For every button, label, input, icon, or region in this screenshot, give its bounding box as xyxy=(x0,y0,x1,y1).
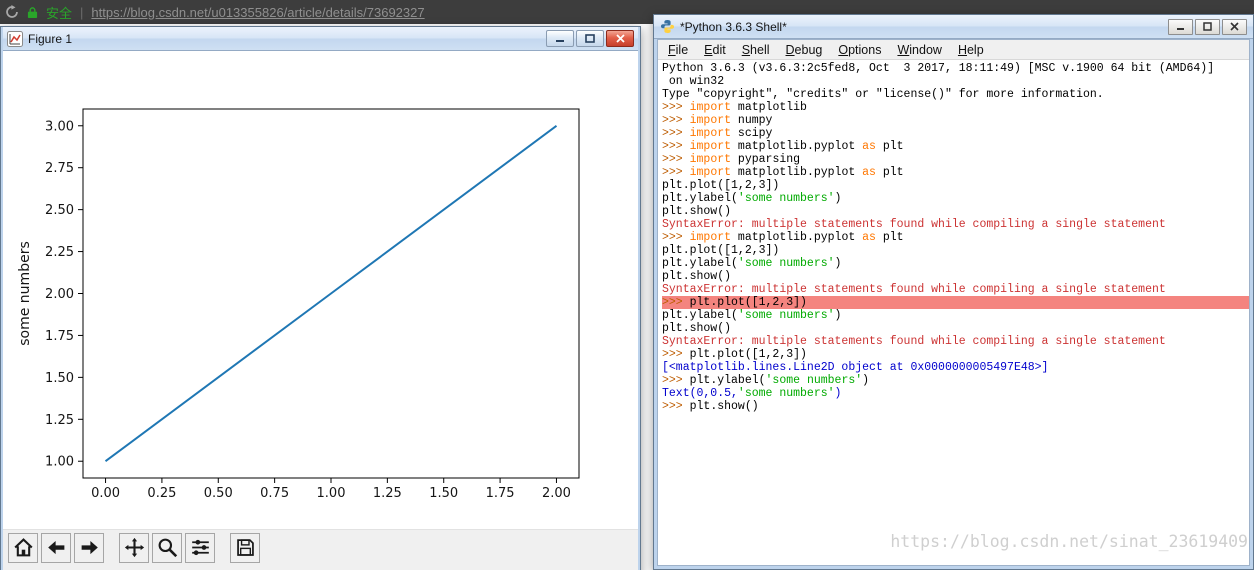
figure-window-title: Figure 1 xyxy=(28,31,73,46)
console-line: plt.show() xyxy=(662,322,732,335)
svg-text:1.00: 1.00 xyxy=(317,486,346,501)
console-line: SyntaxError: multiple statements found w… xyxy=(662,335,1166,348)
toolbar-forward-button[interactable] xyxy=(74,532,104,563)
toolbar-home-button[interactable] xyxy=(8,532,38,563)
svg-text:1.25: 1.25 xyxy=(373,486,402,501)
figure-canvas: 0.00 0.25 0.50 0.75 1.00 1.25 1.50 1.75 2.00 1.00… xyxy=(3,51,638,529)
console-line: plt.plot([1,2,3]) xyxy=(662,244,780,257)
console-line: Type "copyright", "credits" or "license(… xyxy=(662,88,1104,101)
toolbar-zoom-button[interactable] xyxy=(152,532,182,563)
zoom-icon xyxy=(158,538,177,558)
menu-options[interactable]: Options xyxy=(830,42,889,58)
console-line: >>> import numpy xyxy=(662,114,773,127)
url-text[interactable]: https://blog.csdn.net/u013355826/article… xyxy=(91,5,424,20)
shell-window-title: *Python 3.6.3 Shell* xyxy=(680,19,787,34)
home-icon xyxy=(13,538,33,557)
back-icon xyxy=(47,540,64,555)
svg-text:1.75: 1.75 xyxy=(45,329,74,344)
svg-text:some numbers: some numbers xyxy=(17,241,33,346)
console-line: >>> import matplotlib.pyplot as plt xyxy=(662,166,904,179)
shell-window: *Python 3.6.3 Shell* File Edit Shell Debug O… xyxy=(653,14,1254,570)
svg-text:0.75: 0.75 xyxy=(260,486,289,501)
svg-text:1.75: 1.75 xyxy=(486,486,515,501)
figure-minimize-button[interactable] xyxy=(546,30,574,47)
svg-text:1.50: 1.50 xyxy=(45,371,74,386)
python-icon xyxy=(660,19,675,34)
console-line: on win32 xyxy=(662,75,725,88)
svg-text:1.25: 1.25 xyxy=(45,413,74,428)
lock-icon xyxy=(27,6,38,19)
console-line: >>> import scipy xyxy=(662,127,773,140)
console-line-highlighted: >>> plt.plot([1,2,3]) xyxy=(662,296,1249,309)
shell-minimize-button[interactable] xyxy=(1168,18,1193,35)
shell-console[interactable]: Python 3.6.3 (v3.6.3:2c5fed8, Oct 3 2017… xyxy=(658,60,1249,565)
line-chart: 0.00 0.25 0.50 0.75 1.00 1.25 1.50 1.75 2.00 1.00… xyxy=(3,51,638,534)
svg-text:1.50: 1.50 xyxy=(429,486,458,501)
console-line: Python 3.6.3 (v3.6.3:2c5fed8, Oct 3 2017… xyxy=(662,62,1215,75)
shell-titlebar[interactable]: *Python 3.6.3 Shell* xyxy=(654,15,1253,39)
menu-help[interactable]: Help xyxy=(950,42,992,58)
refresh-icon[interactable] xyxy=(5,5,19,19)
menu-debug[interactable]: Debug xyxy=(778,42,831,58)
console-line: plt.ylabel('some numbers') xyxy=(662,192,842,205)
figure-toolbar xyxy=(3,529,638,565)
figure-close-button[interactable] xyxy=(606,30,634,47)
svg-text:2.50: 2.50 xyxy=(45,203,74,218)
console-line: >>> plt.show() xyxy=(662,400,759,413)
console-line: plt.show() xyxy=(662,270,732,283)
console-line: plt.plot([1,2,3]) xyxy=(662,179,780,192)
svg-text:0.00: 0.00 xyxy=(91,486,120,501)
figure-titlebar[interactable]: Figure 1 xyxy=(3,27,638,51)
console-line: SyntaxError: multiple statements found w… xyxy=(662,283,1166,296)
svg-text:0.50: 0.50 xyxy=(204,486,233,501)
menu-window[interactable]: Window xyxy=(889,42,949,58)
toolbar-pan-button[interactable] xyxy=(119,532,149,563)
security-label: 安全 xyxy=(46,5,73,21)
toolbar-back-button[interactable] xyxy=(41,532,71,563)
console-line: >>> import matplotlib.pyplot as plt xyxy=(662,140,904,153)
chart-svg: 0.00 0.25 0.50 0.75 1.00 1.25 1.50 1.75 2.00 1.00… xyxy=(17,108,580,501)
menu-shell[interactable]: Shell xyxy=(734,42,778,58)
console-line: SyntaxError: multiple statements found w… xyxy=(662,218,1166,231)
console-line: >>> import matplotlib.pyplot as plt xyxy=(662,231,904,244)
svg-text:2.00: 2.00 xyxy=(45,287,74,302)
save-icon xyxy=(236,539,254,556)
figure-statusbar xyxy=(3,565,638,570)
svg-text:3.00: 3.00 xyxy=(45,119,74,134)
console-line: >>> import matplotlib xyxy=(662,101,807,114)
shell-close-button[interactable] xyxy=(1222,18,1247,35)
svg-text:2.25: 2.25 xyxy=(45,245,74,260)
forward-icon xyxy=(81,540,98,555)
console-line: plt.ylabel('some numbers') xyxy=(662,309,842,322)
console-line: >>> import pyparsing xyxy=(662,153,801,166)
desktop: 安全 | https://blog.csdn.net/u013355826/ar… xyxy=(0,0,1254,570)
svg-text:0.25: 0.25 xyxy=(147,486,176,501)
console-line: Text(0,0.5,'some numbers') xyxy=(662,387,842,400)
shell-maximize-button[interactable] xyxy=(1195,18,1220,35)
configure-icon xyxy=(191,539,209,556)
toolbar-configure-button[interactable] xyxy=(185,532,215,563)
toolbar-save-button[interactable] xyxy=(230,532,260,563)
console-line: [<matplotlib.lines.Line2D object at 0x00… xyxy=(662,361,1049,374)
address-separator: | xyxy=(80,4,84,20)
console-line: plt.ylabel('some numbers') xyxy=(662,257,842,270)
figure-window: Figure 1 0.00 0.25 0.50 0.75 1.00 1.25 1.50 1.7… xyxy=(0,26,641,570)
console-line: plt.show() xyxy=(662,205,732,218)
svg-text:2.00: 2.00 xyxy=(542,486,571,501)
svg-text:1.00: 1.00 xyxy=(45,455,74,470)
shell-menu-bar: File Edit Shell Debug Options Window Help xyxy=(658,40,1249,60)
console-line: >>> plt.ylabel('some numbers') xyxy=(662,374,870,387)
console-line: >>> plt.plot([1,2,3]) xyxy=(662,348,807,361)
svg-text:2.75: 2.75 xyxy=(45,161,74,176)
figure-window-icon xyxy=(7,30,23,47)
pan-icon xyxy=(124,537,144,558)
menu-edit[interactable]: Edit xyxy=(696,42,734,58)
menu-file[interactable]: File xyxy=(660,42,696,58)
figure-maximize-button[interactable] xyxy=(576,30,604,47)
